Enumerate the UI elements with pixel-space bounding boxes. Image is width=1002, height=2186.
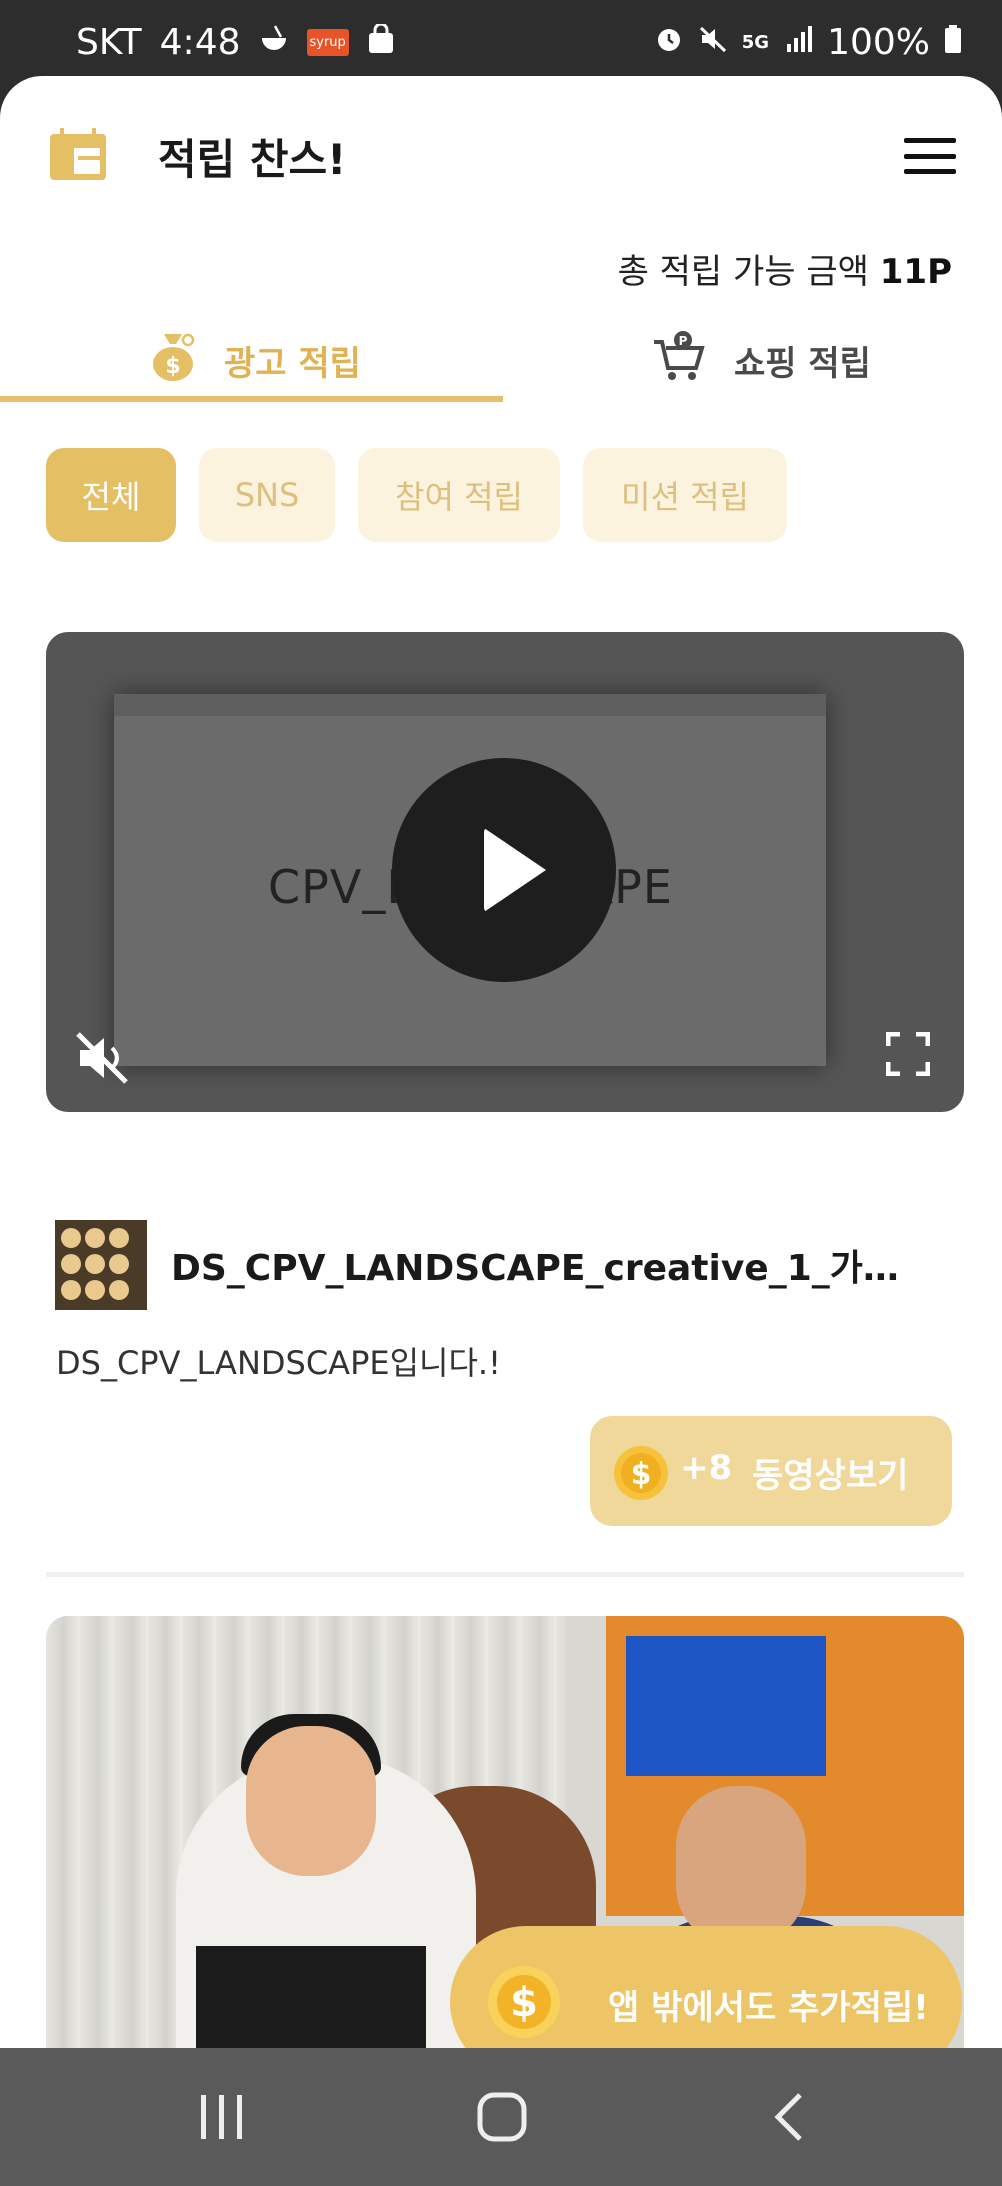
system-nav-bar bbox=[0, 2048, 1002, 2186]
tab-ad-label: 광고 적립 bbox=[224, 343, 361, 384]
status-bar: SKT 4:48 syrup 5G 100% bbox=[0, 0, 1002, 76]
ad-info: DS_CPV_LANDSCAPE_creative_1_가나다... bbox=[55, 1220, 931, 1310]
filter-chip-participation[interactable]: 참여 적립 bbox=[358, 448, 560, 542]
recent-apps-icon[interactable] bbox=[122, 2048, 322, 2186]
svg-text:$: $ bbox=[631, 1457, 652, 1492]
battery-icon bbox=[944, 22, 962, 63]
filter-chip-all[interactable]: 전체 bbox=[46, 448, 176, 542]
ad-title: DS_CPV_LANDSCAPE_creative_1_가나다... bbox=[171, 1248, 931, 1289]
active-tab-indicator bbox=[0, 396, 503, 402]
coin-icon: $ bbox=[486, 1964, 562, 2044]
reward-points: +8 bbox=[680, 1448, 733, 1488]
fullscreen-icon[interactable] bbox=[885, 1031, 931, 1080]
header: 적립 찬스! bbox=[0, 76, 1002, 206]
extra-reward-floating-button[interactable]: $ 앱 밖에서도 추가적립! bbox=[450, 1926, 962, 2048]
video-player[interactable]: CPV_LANDSCAPE bbox=[46, 632, 964, 1112]
coin-icon: $ bbox=[612, 1444, 670, 1506]
home-icon[interactable] bbox=[402, 2048, 602, 2186]
tab-shopping-rewards[interactable]: P 쇼핑 적립 bbox=[652, 314, 871, 406]
syrup-app-icon: syrup bbox=[306, 29, 349, 56]
shopping-bag-icon bbox=[367, 22, 395, 63]
money-bag-icon: $ bbox=[150, 330, 196, 391]
ad-thumbnail bbox=[55, 1220, 147, 1310]
network-label: 5G bbox=[741, 32, 770, 53]
total-points-label: 총 적립 가능 금액 bbox=[617, 252, 869, 292]
carrier-label: SKT bbox=[76, 22, 142, 63]
shopping-cart-icon: P bbox=[652, 330, 706, 391]
filter-chip-sns[interactable]: SNS bbox=[199, 448, 335, 542]
reward-label: 동영상보기 bbox=[752, 1456, 909, 1496]
total-points-value: 11P bbox=[879, 252, 952, 292]
svg-text:P: P bbox=[679, 334, 688, 348]
mute-icon bbox=[698, 22, 728, 63]
svg-text:$: $ bbox=[510, 1980, 538, 2026]
floating-button-label: 앱 밖에서도 추가적립! bbox=[608, 1988, 929, 2028]
back-icon[interactable] bbox=[688, 2048, 888, 2186]
clock: 4:48 bbox=[159, 22, 241, 63]
volume-mute-icon[interactable] bbox=[72, 1028, 132, 1092]
filter-chip-mission[interactable]: 미션 적립 bbox=[583, 448, 787, 542]
svg-text:$: $ bbox=[165, 354, 180, 379]
signal-icon bbox=[783, 22, 813, 63]
main-sheet: 적립 찬스! 총 적립 가능 금액 11P $ 광고 적립 P 쇼핑 적립 전체… bbox=[0, 76, 1002, 2048]
tab-bar: $ 광고 적립 P 쇼핑 적립 bbox=[0, 314, 1002, 406]
filter-chips: 전체 SNS 참여 적립 미션 적립 bbox=[46, 448, 787, 542]
tab-shop-label: 쇼핑 적립 bbox=[734, 343, 871, 384]
watch-video-reward-button[interactable]: $ +8 동영상보기 bbox=[590, 1416, 952, 1526]
food-bowl-icon bbox=[259, 22, 289, 63]
divider bbox=[46, 1572, 964, 1577]
tab-ad-rewards[interactable]: $ 광고 적립 bbox=[150, 314, 361, 406]
page-title: 적립 찬스! bbox=[158, 135, 347, 184]
total-points: 총 적립 가능 금액 11P bbox=[618, 244, 952, 293]
hamburger-menu-icon[interactable] bbox=[904, 138, 956, 174]
battery-label: 100% bbox=[827, 22, 930, 63]
play-icon[interactable] bbox=[392, 758, 616, 982]
calendar-logo-icon bbox=[48, 128, 108, 186]
alarm-icon bbox=[654, 22, 684, 63]
ad-description: DS_CPV_LANDSCAPE입니다.! bbox=[56, 1344, 501, 1382]
